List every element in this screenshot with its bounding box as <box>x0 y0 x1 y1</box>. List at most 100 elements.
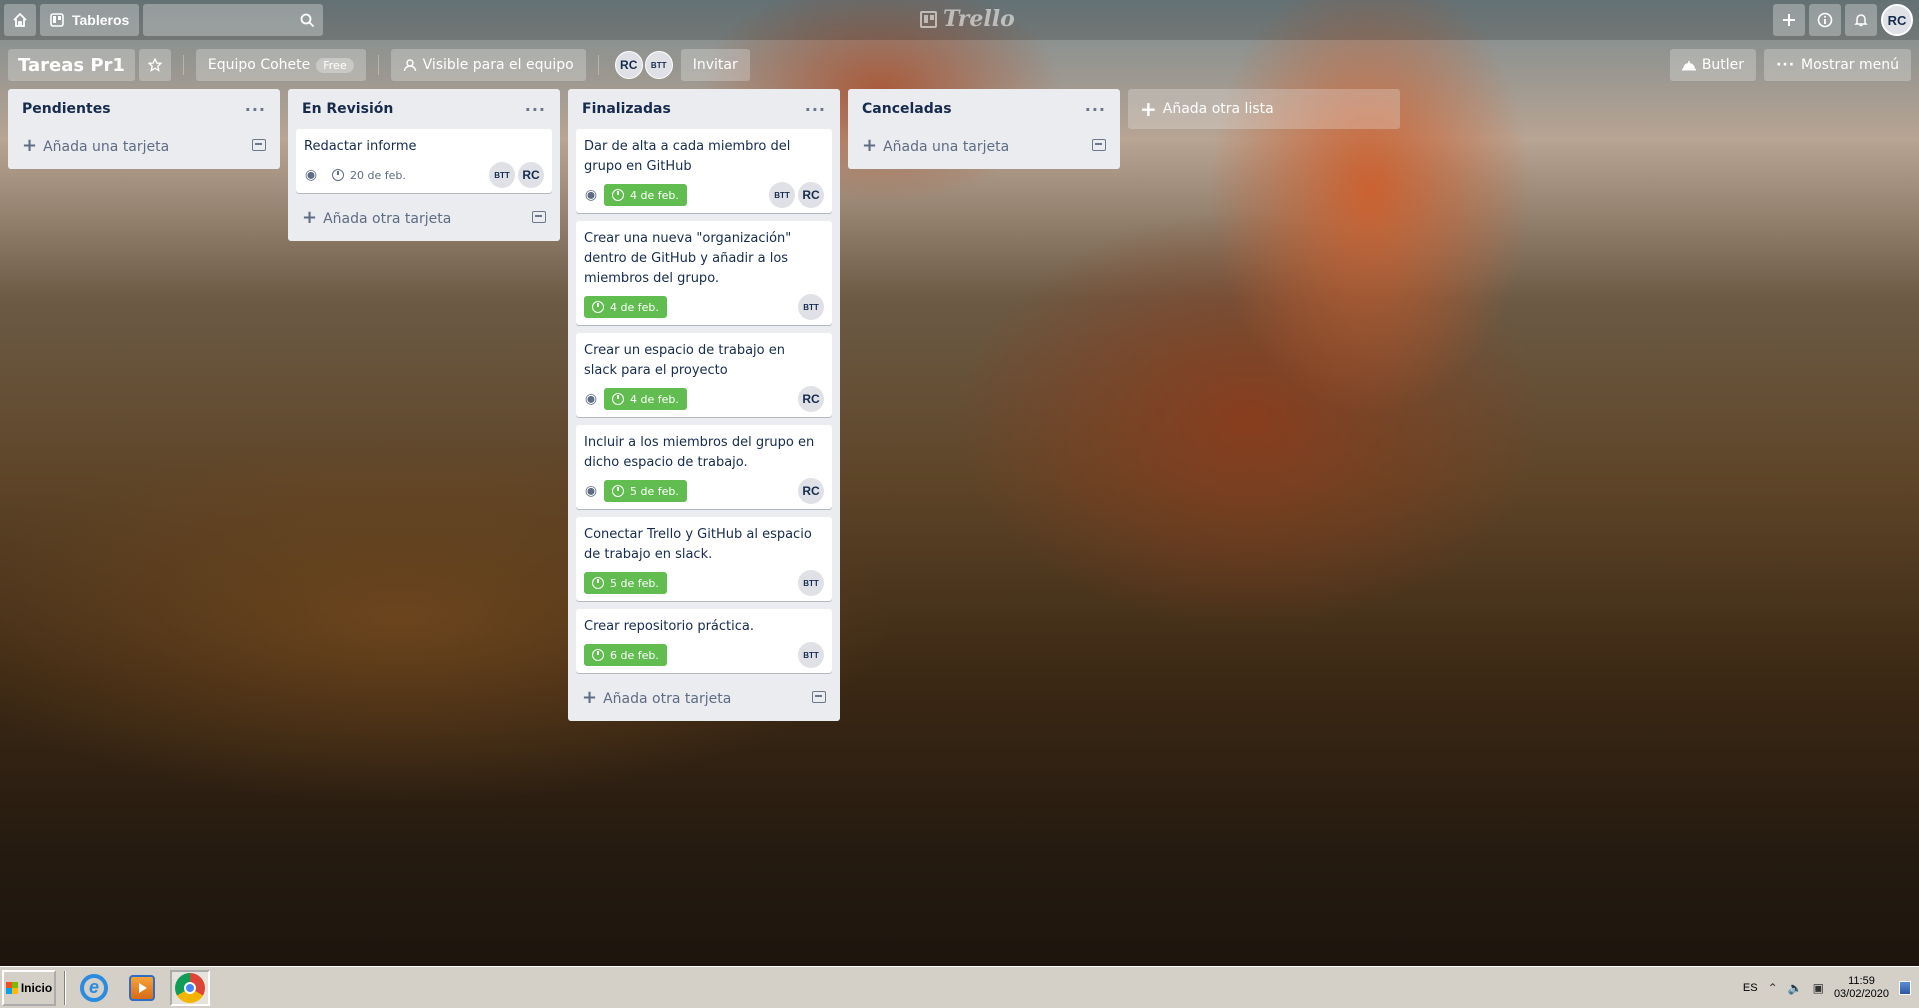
clock-icon <box>592 649 604 661</box>
board-members: RC BTT <box>614 51 673 79</box>
add-card-button[interactable]: + Añada otra tarjeta <box>576 681 832 713</box>
member-avatar[interactable]: BTT <box>644 51 673 79</box>
taskbar-internet-explorer[interactable]: e <box>74 970 114 1006</box>
bell-icon <box>1854 14 1868 27</box>
plus-icon: + <box>22 134 38 156</box>
taskbar-clock[interactable]: 11:59 03/02/2020 <box>1834 975 1889 1001</box>
list-title[interactable]: En Revisión <box>302 101 393 117</box>
card[interactable]: Crear repositorio práctica. 6 de feb. BT… <box>576 609 832 673</box>
show-hidden-icons-icon[interactable]: ⌃ <box>1768 981 1778 995</box>
list-finalizadas: Finalizadas ··· Dar de alta a cada miemb… <box>568 89 840 721</box>
member-avatar[interactable]: BTT <box>769 182 795 208</box>
plus-icon <box>1783 14 1795 26</box>
separator <box>597 55 599 75</box>
member-avatar[interactable]: BTT <box>489 162 515 188</box>
card-title: Crear una nueva "organización" dentro de… <box>584 231 792 286</box>
card[interactable]: Incluir a los miembros del grupo en dich… <box>576 425 832 509</box>
notifications-button[interactable] <box>1845 4 1877 36</box>
clock-icon <box>592 577 604 589</box>
list-header: En Revisión ··· <box>296 89 552 129</box>
due-date-badge[interactable]: 4 de feb. <box>604 388 687 410</box>
team-button[interactable]: Equipo Cohete Free <box>195 49 366 81</box>
plus-icon: + <box>302 206 318 228</box>
member-avatar[interactable]: RC <box>798 386 824 412</box>
list-header: Canceladas ··· <box>856 89 1112 129</box>
card[interactable]: Dar de alta a cada miembro del grupo en … <box>576 129 832 213</box>
card-members: BTT <box>798 642 824 668</box>
list-title[interactable]: Canceladas <box>862 101 952 117</box>
due-date-badge[interactable]: 4 de feb. <box>584 296 667 318</box>
member-avatar[interactable]: BTT <box>798 570 824 596</box>
add-list-button[interactable]: + Añada otra lista <box>1128 89 1400 129</box>
star-icon <box>147 58 162 72</box>
search-input[interactable] <box>143 4 324 36</box>
card-template-icon[interactable] <box>532 211 546 223</box>
home-button[interactable] <box>4 4 36 36</box>
butler-button[interactable]: Butler <box>1669 49 1757 81</box>
show-menu-button[interactable]: ··· Mostrar menú <box>1764 49 1911 81</box>
info-button[interactable] <box>1809 4 1841 36</box>
member-avatar[interactable]: RC <box>614 51 643 79</box>
list-menu-icon[interactable]: ··· <box>245 100 266 119</box>
card[interactable]: Crear una nueva "organización" dentro de… <box>576 221 832 325</box>
card-template-icon[interactable] <box>252 139 266 151</box>
member-avatar[interactable]: BTT <box>798 642 824 668</box>
show-menu-label: Mostrar menú <box>1801 57 1899 73</box>
taskbar-media-player[interactable] <box>122 970 162 1006</box>
info-icon <box>1817 12 1833 28</box>
boards-icon <box>50 13 64 27</box>
card-template-icon[interactable] <box>812 691 826 703</box>
due-date-badge[interactable]: 6 de feb. <box>584 644 667 666</box>
visibility-button[interactable]: Visible para el equipo <box>390 49 586 81</box>
member-avatar[interactable]: RC <box>798 182 824 208</box>
trello-logo[interactable]: Trello <box>920 6 1015 32</box>
due-date: 5 de feb. <box>610 576 659 590</box>
volume-icon[interactable]: 🔈 <box>1788 981 1803 995</box>
taskbar: Inicio e ES ⌃ 🔈 ▣ 11:59 03/02/2020 <box>0 966 1919 1008</box>
user-avatar[interactable]: RC <box>1881 4 1913 36</box>
member-avatar[interactable]: RC <box>518 162 544 188</box>
list-menu-icon[interactable]: ··· <box>525 100 546 119</box>
add-card-button[interactable]: + Añada una tarjeta <box>16 129 272 161</box>
card[interactable]: Crear un espacio de trabajo en slack par… <box>576 333 832 417</box>
due-date-badge[interactable]: 5 de feb. <box>584 572 667 594</box>
start-button[interactable]: Inicio <box>2 969 56 1006</box>
add-card-button[interactable]: + Añada otra tarjeta <box>296 201 552 233</box>
home-icon <box>13 12 27 27</box>
taskbar-separator <box>64 970 66 1005</box>
card-template-icon[interactable] <box>1092 139 1106 151</box>
card-title: Incluir a los miembros del grupo en dich… <box>584 435 815 470</box>
star-board-button[interactable] <box>138 49 171 81</box>
due-date-badge[interactable]: 5 de feb. <box>604 480 687 502</box>
list-canceladas: Canceladas ··· + Añada una tarjeta <box>848 89 1120 169</box>
card[interactable]: Conectar Trello y GitHub al espacio de t… <box>576 517 832 601</box>
add-list-label: Añada otra lista <box>1162 101 1274 117</box>
board-header: Tareas Pr1 Equipo Cohete Free Visible pa… <box>8 49 1911 81</box>
list-menu-icon[interactable]: ··· <box>805 100 826 119</box>
windows-logo-icon <box>5 981 18 994</box>
invite-button[interactable]: Invitar <box>680 49 750 81</box>
top-header-bar: Tableros Trello RC <box>0 0 1919 40</box>
list-menu-icon[interactable]: ··· <box>1085 100 1106 119</box>
card[interactable]: Redactar informe ◉ 20 de feb. BTT RC <box>296 129 552 193</box>
due-date-badge[interactable]: 4 de feb. <box>604 184 687 206</box>
member-avatar[interactable]: RC <box>798 478 824 504</box>
team-plan-badge: Free <box>316 57 354 73</box>
card-title: Crear un espacio de trabajo en slack par… <box>584 343 785 378</box>
clock-time: 11:59 <box>1848 974 1875 987</box>
add-card-button[interactable]: + Añada una tarjeta <box>856 129 1112 161</box>
board-title[interactable]: Tareas Pr1 <box>8 49 135 81</box>
network-icon[interactable]: ▣ <box>1813 981 1824 995</box>
language-indicator[interactable]: ES <box>1743 982 1758 994</box>
list-title[interactable]: Pendientes <box>22 101 111 117</box>
due-date: 4 de feb. <box>610 300 659 314</box>
boards-label: Tableros <box>72 12 130 28</box>
show-desktop-icon[interactable] <box>1899 980 1911 995</box>
create-button[interactable] <box>1773 4 1805 36</box>
boards-button[interactable]: Tableros <box>40 4 140 36</box>
member-avatar[interactable]: BTT <box>798 294 824 320</box>
taskbar-chrome[interactable] <box>170 969 210 1006</box>
card-badges: ◉ 20 de feb. BTT RC <box>304 161 544 189</box>
header-right-actions: RC <box>1773 4 1913 36</box>
list-title[interactable]: Finalizadas <box>582 101 671 117</box>
